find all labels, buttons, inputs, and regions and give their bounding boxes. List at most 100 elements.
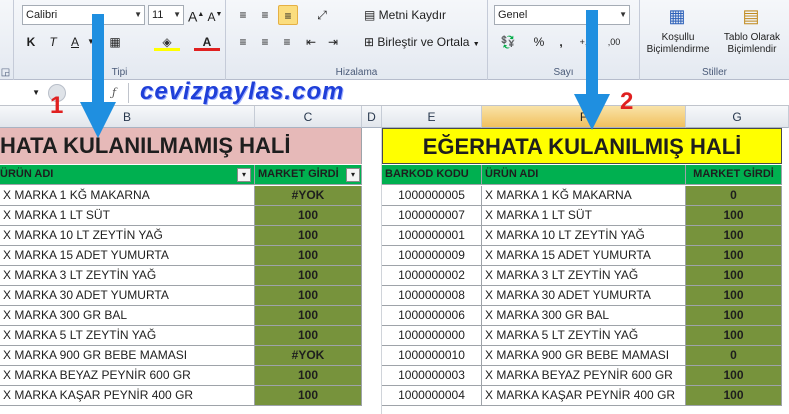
table-row-market[interactable]: 100 (686, 246, 782, 266)
column-d-spacer (362, 128, 382, 414)
right-header-product[interactable]: ÜRÜN ADI (482, 165, 686, 185)
column-header-d[interactable]: D (362, 106, 382, 128)
table-row-market[interactable]: 100 (255, 366, 362, 386)
align-right-icon[interactable]: ≡ (278, 32, 296, 52)
table-row-barcode[interactable]: 1000000009 (382, 246, 482, 266)
table-row-barcode[interactable]: 1000000008 (382, 286, 482, 306)
column-header-g[interactable]: G (686, 106, 789, 128)
merge-center-button[interactable]: ⊞ Birleştir ve Ortala ▼ (364, 32, 486, 52)
table-row-product[interactable]: X MARKA 300 GR BAL (482, 306, 686, 326)
table-row-market[interactable]: 100 (686, 266, 782, 286)
watermark-text: cevizpaylas.com (140, 78, 345, 105)
table-row-product[interactable]: X MARKA 30 ADET YUMURTA (0, 286, 255, 306)
align-top-icon[interactable]: ≡ (234, 5, 252, 25)
decrease-indent-icon[interactable]: ⇤ (302, 32, 320, 52)
format-as-table-icon[interactable]: ▤ (736, 2, 766, 30)
table-row-barcode[interactable]: 1000000010 (382, 346, 482, 366)
table-row-market[interactable]: 100 (255, 206, 362, 226)
table-row-product[interactable]: X MARKA 15 ADET YUMURTA (0, 246, 255, 266)
table-row-product[interactable]: X MARKA KAŞAR PEYNİR 400 GR (482, 386, 686, 406)
bold-button[interactable]: K (22, 32, 40, 52)
align-center-icon[interactable]: ≡ (256, 32, 274, 52)
left-title[interactable]: HATA KULANILMAMIŞ HALİ (0, 128, 362, 164)
table-row-product[interactable]: X MARKA 5 LT ZEYTİN YAĞ (482, 326, 686, 346)
table-row-market[interactable]: 100 (686, 206, 782, 226)
table-row-product[interactable]: X MARKA 5 LT ZEYTİN YAĞ (0, 326, 255, 346)
font-size-select[interactable]: 11 ▼ (148, 5, 184, 25)
table-row-market[interactable]: 100 (686, 226, 782, 246)
table-row-market[interactable]: #YOK (255, 186, 362, 206)
table-row-product[interactable]: X MARKA BEYAZ PEYNİR 600 GR (0, 366, 255, 386)
table-row-product[interactable]: X MARKA 1 LT SÜT (0, 206, 255, 226)
annotation-number-right: 2 (620, 88, 634, 115)
wrap-text-button[interactable]: ▤ Metni Kaydır (364, 5, 482, 25)
align-middle-icon[interactable]: ≡ (256, 5, 274, 25)
table-row-market[interactable]: 100 (255, 286, 362, 306)
table-row-market[interactable]: 0 (686, 346, 782, 366)
table-row-barcode[interactable]: 1000000005 (382, 186, 482, 206)
table-row-product[interactable]: X MARKA 3 LT ZEYTİN YAĞ (482, 266, 686, 286)
clipboard-group: ◲ (0, 0, 14, 80)
column-header-b[interactable]: B (0, 106, 255, 128)
table-row-product[interactable]: X MARKA KAŞAR PEYNİR 400 GR (0, 386, 255, 406)
grow-font-icon[interactable]: A▲ (188, 5, 204, 25)
table-row-market[interactable]: 100 (255, 226, 362, 246)
table-row-product[interactable]: X MARKA 30 ADET YUMURTA (482, 286, 686, 306)
font-color-icon[interactable]: A (194, 32, 220, 52)
right-header-barcode[interactable]: BARKOD KODU (382, 165, 482, 185)
font-group-label: Tipi (111, 67, 128, 78)
table-row-product[interactable]: X MARKA 10 LT ZEYTİN YAĞ (0, 226, 255, 246)
right-header-market[interactable]: MARKET GİRDİ (686, 165, 782, 185)
fill-color-icon[interactable]: ◈ (154, 32, 180, 52)
table-row-barcode[interactable]: 1000000007 (382, 206, 482, 226)
table-row-barcode[interactable]: 1000000002 (382, 266, 482, 286)
table-row-market[interactable]: 100 (686, 366, 782, 386)
table-row-product[interactable]: X MARKA 1 KĞ MAKARNA (482, 186, 686, 206)
table-row-product[interactable]: X MARKA 900 GR BEBE MAMASI (482, 346, 686, 366)
table-row-market[interactable]: 100 (686, 306, 782, 326)
table-row-product[interactable]: X MARKA 900 GR BEBE MAMASI (0, 346, 255, 366)
italic-button[interactable]: T (44, 32, 62, 52)
table-row-barcode[interactable]: 1000000000 (382, 326, 482, 346)
table-row-market[interactable]: 100 (255, 246, 362, 266)
table-row-product[interactable]: X MARKA 1 KĞ MAKARNA (0, 186, 255, 206)
format-as-table-button[interactable]: Tablo Olarak Biçimlendir (716, 32, 788, 56)
table-row-market[interactable]: 100 (255, 386, 362, 406)
table-row-barcode[interactable]: 1000000006 (382, 306, 482, 326)
table-row-market[interactable]: 100 (686, 386, 782, 406)
shrink-font-icon[interactable]: A▼ (207, 5, 223, 25)
column-header-c[interactable]: C (255, 106, 362, 128)
conditional-formatting-icon[interactable]: ▦ (662, 2, 692, 30)
table-row-market[interactable]: 100 (255, 266, 362, 286)
table-row-market[interactable]: 100 (686, 286, 782, 306)
table-row-market[interactable]: 100 (255, 326, 362, 346)
comma-style-icon[interactable]: , (552, 32, 570, 52)
align-bottom-icon[interactable]: ≡ (278, 5, 298, 25)
table-row-barcode[interactable]: 1000000001 (382, 226, 482, 246)
orientation-icon[interactable]: ⤢ (308, 5, 336, 25)
name-box-dropdown-icon[interactable]: ▼ (0, 83, 40, 103)
table-row-product[interactable]: X MARKA 1 LT SÜT (482, 206, 686, 226)
align-left-icon[interactable]: ≡ (234, 32, 252, 52)
column-header-e[interactable]: E (382, 106, 482, 128)
percent-icon[interactable]: % (530, 32, 548, 52)
table-row-barcode[interactable]: 1000000003 (382, 366, 482, 386)
conditional-formatting-button[interactable]: Koşullu Biçimlendirme (642, 32, 714, 56)
currency-icon[interactable]: 💱 (496, 32, 520, 52)
left-header-product[interactable]: ÜRÜN ADI (0, 165, 255, 185)
table-row-market[interactable]: 0 (686, 186, 782, 206)
table-row-product[interactable]: X MARKA 300 GR BAL (0, 306, 255, 326)
table-row-market[interactable]: 100 (255, 306, 362, 326)
filter-dropdown-icon[interactable]: ▾ (237, 168, 251, 182)
table-row-market[interactable]: 100 (686, 326, 782, 346)
table-row-barcode[interactable]: 1000000004 (382, 386, 482, 406)
table-row-product[interactable]: X MARKA 3 LT ZEYTİN YAĞ (0, 266, 255, 286)
table-row-product[interactable]: X MARKA 10 LT ZEYTİN YAĞ (482, 226, 686, 246)
table-row-product[interactable]: X MARKA 15 ADET YUMURTA (482, 246, 686, 266)
table-row-market[interactable]: #YOK (255, 346, 362, 366)
increase-indent-icon[interactable]: ⇥ (324, 32, 342, 52)
filter-dropdown-icon[interactable]: ▾ (346, 168, 360, 182)
table-row-product[interactable]: X MARKA BEYAZ PEYNİR 600 GR (482, 366, 686, 386)
clipboard-expand-icon[interactable]: ◲ (0, 67, 13, 78)
right-title[interactable]: EĞERHATA KULANILMIŞ HALİ (382, 128, 782, 164)
